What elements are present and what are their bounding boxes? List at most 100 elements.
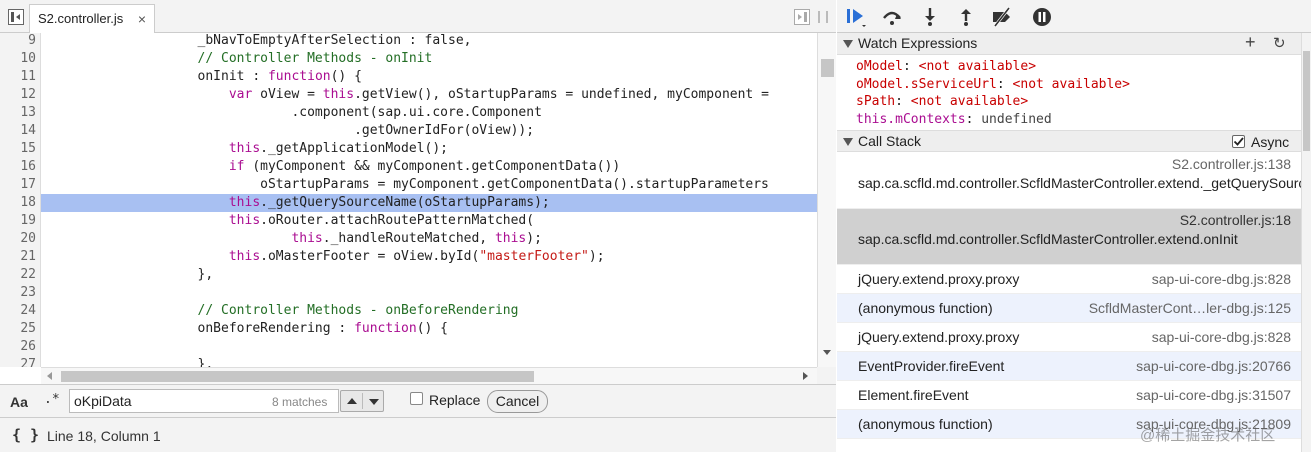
line-number[interactable]: 22	[0, 266, 41, 284]
call-frame-location[interactable]: sap-ui-core-dbg.js:20766	[1136, 358, 1291, 374]
editor-horizontal-scroll-thumb[interactable]	[61, 371, 534, 382]
tab-s2-controller[interactable]: S2.controller.js ×	[29, 4, 155, 33]
devtools-sources-panel: S2.controller.js × 9 _bNavToEmptyAfterSe…	[0, 0, 1311, 452]
scroll-down-icon[interactable]	[823, 350, 831, 355]
code-line: .component(sap.ui.core.Component	[41, 105, 542, 120]
current-execution-line: this._getQuerySourceName(oStartupParams)…	[41, 194, 817, 212]
call-frame[interactable]: sap-ui-core-dbg.js:828 jQuery.extend.prox…	[837, 323, 1301, 352]
call-frame[interactable]: S2.controller.js:18 sap.ca.scfld.md.contr…	[837, 209, 1301, 265]
watermark: @稀土掘金技术社区	[1140, 427, 1276, 444]
code-line: },	[41, 357, 214, 367]
call-frame-location[interactable]: sap-ui-core-dbg.js:31507	[1136, 387, 1291, 403]
call-frame-location[interactable]: sap-ui-core-dbg.js:828	[1152, 271, 1291, 287]
debugger-sidebar: Watch Expressions + ↻ oModel: <not avail…	[837, 0, 1311, 452]
line-number[interactable]: 24	[0, 302, 41, 320]
toggle-navigator-icon[interactable]	[8, 9, 24, 25]
editor-vertical-scroll-thumb[interactable]	[821, 59, 834, 77]
cancel-search-button[interactable]: Cancel	[487, 390, 548, 413]
code-line: onBeforeRendering : function() {	[41, 321, 449, 336]
watch-expression[interactable]: oModel.sServiceUrl: <not available>	[856, 76, 1130, 93]
call-frame-function: (anonymous function)	[858, 300, 993, 316]
pause-on-exceptions-icon[interactable]	[1031, 6, 1053, 28]
call-frame[interactable]: S2.controller.js:138 sap.ca.scfld.md.cont…	[837, 153, 1301, 209]
chevron-down-icon[interactable]	[369, 399, 379, 405]
call-frame-location[interactable]: sap-ui-core-dbg.js:828	[1152, 329, 1291, 345]
code-line: },	[41, 267, 214, 282]
search-match-count: 8 matches	[272, 395, 328, 409]
line-number[interactable]: 20	[0, 230, 41, 248]
add-watch-icon[interactable]: +	[1245, 33, 1256, 53]
editor-horizontal-scrollbar[interactable]	[41, 367, 817, 384]
step-over-icon[interactable]	[881, 6, 903, 28]
close-tab-icon[interactable]: ×	[138, 5, 146, 33]
pretty-print-button[interactable]: { }	[12, 426, 39, 444]
line-number[interactable]: 12	[0, 86, 41, 104]
scroll-left-icon[interactable]	[47, 372, 52, 380]
line-number[interactable]: 13	[0, 104, 41, 122]
call-frame-location[interactable]: S2.controller.js:138	[1172, 156, 1291, 172]
line-number[interactable]: 15	[0, 140, 41, 158]
editor-tab-bar: S2.controller.js ×	[0, 0, 836, 33]
code-line: this._handleRouteMatched, this);	[291, 231, 542, 246]
code-line: oStartupParams = myComponent.getComponen…	[41, 177, 769, 192]
pane-grip-icon	[818, 11, 828, 23]
call-frame[interactable]: sap-ui-core-dbg.js:31507 Element.fireEven…	[837, 381, 1301, 410]
call-frame[interactable]: sap-ui-core-dbg.js:828 jQuery.extend.prox…	[837, 265, 1301, 294]
cursor-position: Line 18, Column 1	[47, 428, 161, 444]
match-case-toggle[interactable]: Aa	[10, 394, 28, 410]
line-number[interactable]: 11	[0, 68, 41, 86]
search-prev-next-buttons[interactable]	[340, 390, 384, 412]
code-line: // Controller Methods - onInit	[41, 51, 433, 66]
line-number[interactable]: 16	[0, 158, 41, 176]
line-number[interactable]: 10	[0, 50, 41, 68]
call-frame-function: jQuery.extend.proxy.proxy	[858, 329, 1020, 345]
collapse-triangle-icon[interactable]	[843, 40, 853, 48]
watch-expressions-header[interactable]: Watch Expressions + ↻	[837, 33, 1301, 55]
replace-checkbox[interactable]	[410, 392, 423, 405]
call-frame-location[interactable]: S2.controller.js:18	[1180, 212, 1291, 228]
watch-expression[interactable]: sPath: <not available>	[856, 93, 1028, 110]
watch-expression[interactable]: this.mContexts: undefined	[856, 111, 1052, 128]
sidebar-scrollbar[interactable]	[1301, 33, 1311, 452]
regex-toggle[interactable]: .*	[44, 392, 60, 407]
line-number[interactable]: 26	[0, 338, 41, 356]
scroll-right-icon[interactable]	[803, 372, 808, 380]
line-number[interactable]: 18	[0, 194, 41, 212]
code-view[interactable]: 9 _bNavToEmptyAfterSelection : false, 10 …	[0, 33, 817, 367]
code-line: onInit : function() {	[41, 69, 362, 84]
watch-expression[interactable]: oModel: <not available>	[856, 58, 1036, 75]
line-number[interactable]: 9	[0, 33, 41, 50]
line-number[interactable]: 19	[0, 212, 41, 230]
replace-label: Replace	[429, 392, 481, 408]
code-line: this.oRouter.attachRoutePatternMatched(	[228, 213, 535, 228]
toggle-debugger-sidebar-icon[interactable]	[794, 9, 810, 25]
call-frame-location[interactable]: ScfldMasterCont…ler-dbg.js:125	[1089, 300, 1291, 316]
source-editor: S2.controller.js × 9 _bNavToEmptyAfterSe…	[0, 0, 836, 452]
code-line: _bNavToEmptyAfterSelection : false,	[41, 33, 472, 48]
line-number[interactable]: 27	[0, 356, 41, 367]
step-out-icon[interactable]	[955, 6, 977, 28]
deactivate-breakpoints-icon[interactable]	[991, 6, 1013, 28]
tab-filename: S2.controller.js	[38, 11, 124, 26]
chevron-up-icon[interactable]	[347, 398, 357, 404]
line-number[interactable]: 17	[0, 176, 41, 194]
line-number[interactable]: 14	[0, 122, 41, 140]
line-number[interactable]: 25	[0, 320, 41, 338]
call-frame[interactable]: sap-ui-core-dbg.js:20766 EventProvider.fi…	[837, 352, 1301, 381]
editor-vertical-scrollbar[interactable]	[817, 33, 836, 367]
step-into-icon[interactable]	[919, 6, 941, 28]
line-number[interactable]: 21	[0, 248, 41, 266]
resume-icon[interactable]	[845, 6, 867, 28]
sidebar-scroll-thumb[interactable]	[1303, 51, 1310, 151]
call-frame-function: sap.ca.scfld.md.controller.ScfldMasterCo…	[858, 231, 1238, 247]
collapse-triangle-icon[interactable]	[843, 138, 853, 146]
async-checkbox[interactable]	[1232, 135, 1245, 148]
scroll-corner	[817, 367, 836, 384]
call-frame[interactable]: ScfldMasterCont…ler-dbg.js:125 (anonymous…	[837, 294, 1301, 323]
call-stack-header[interactable]: Call Stack Async	[837, 130, 1301, 152]
async-label: Async	[1251, 134, 1290, 150]
call-frame-function: jQuery.extend.proxy.proxy	[858, 271, 1020, 287]
refresh-watch-icon[interactable]: ↻	[1273, 33, 1286, 54]
line-number[interactable]: 23	[0, 284, 41, 302]
